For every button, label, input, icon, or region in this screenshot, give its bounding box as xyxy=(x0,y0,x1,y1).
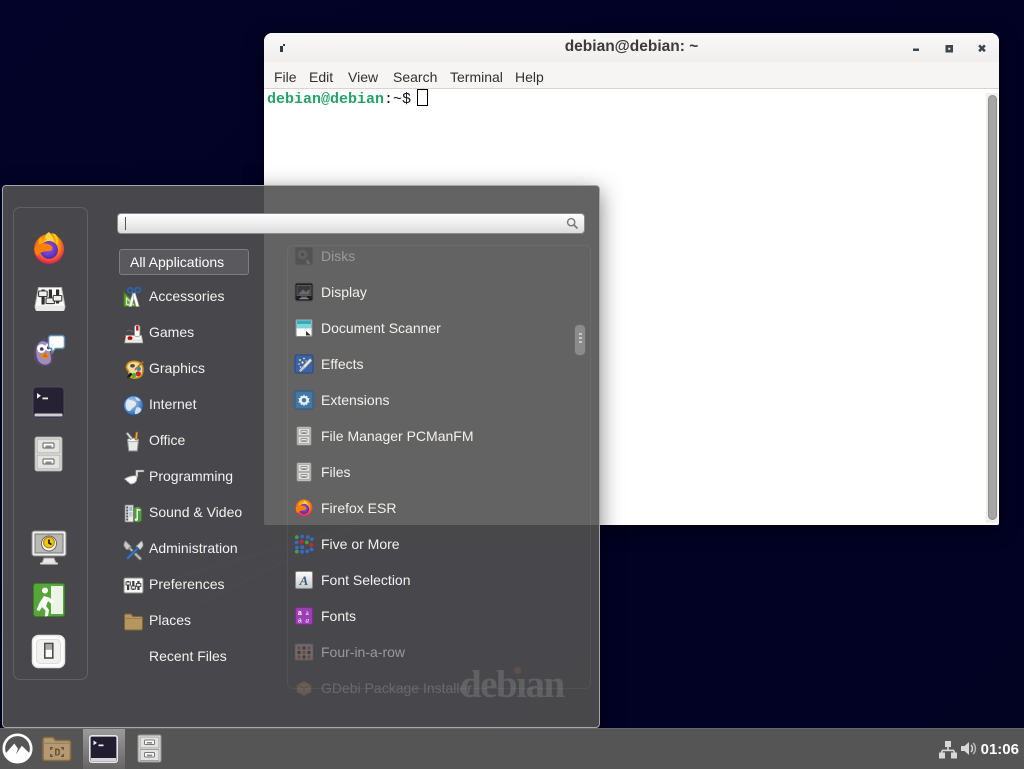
svg-text:A: A xyxy=(299,573,309,588)
svg-text:a: a xyxy=(298,618,302,625)
svg-text:a: a xyxy=(298,610,302,617)
svg-text:a: a xyxy=(305,617,309,625)
